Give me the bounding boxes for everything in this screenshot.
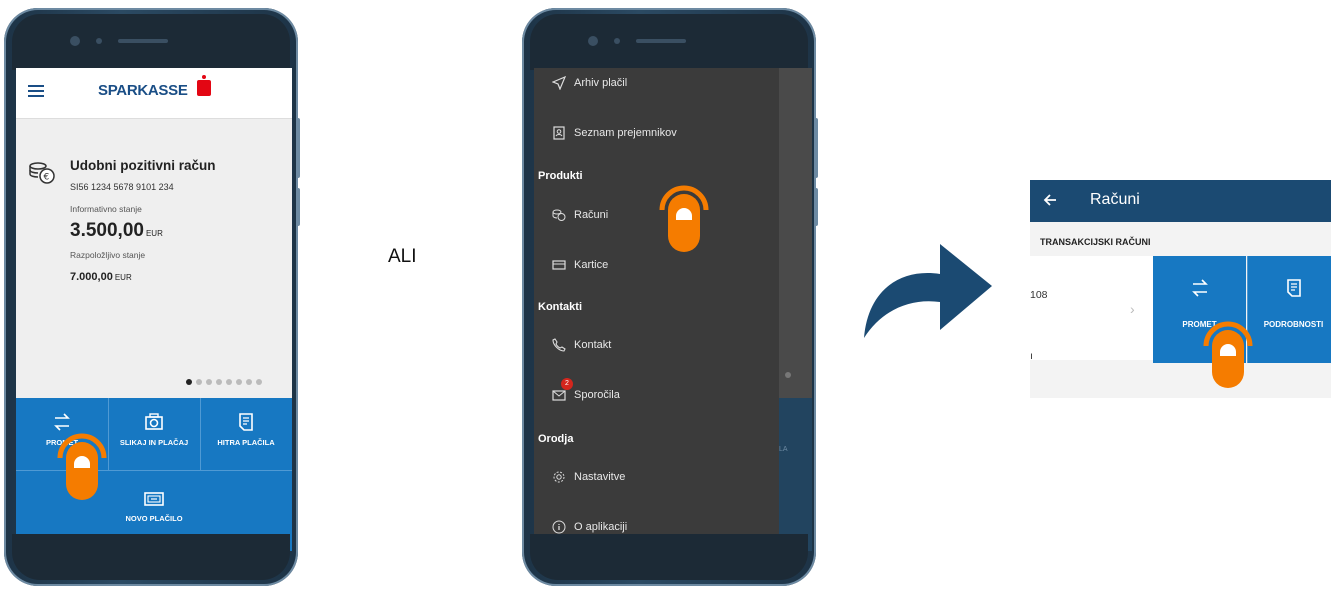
payment-card-icon bbox=[144, 492, 164, 506]
menu-label: Sporočila bbox=[574, 388, 620, 401]
account-row-fragment: ı bbox=[1030, 350, 1033, 362]
next-step-arrow-icon bbox=[864, 244, 992, 338]
side-button bbox=[814, 118, 818, 178]
currency-label: EUR bbox=[145, 229, 163, 238]
camera-icon bbox=[145, 413, 163, 430]
section-label-transakcijski-racuni: TRANSAKCIJSKI RAČUNI bbox=[1040, 237, 1151, 247]
currency-label: EUR bbox=[114, 273, 132, 282]
account-number-fragment: 108 bbox=[1030, 289, 1048, 301]
menu-item-racuni[interactable]: Računi bbox=[552, 208, 608, 222]
phone-bottom-bezel bbox=[12, 534, 290, 580]
carousel-dot[interactable] bbox=[236, 379, 242, 385]
account-iban: SI56 1234 5678 9101 234 bbox=[70, 182, 174, 192]
carousel-dot[interactable] bbox=[246, 379, 252, 385]
hitra-placila-button[interactable]: HITRA PLAČILA bbox=[200, 412, 292, 447]
phone-frame-left: SPARKASSE € Udobni pozitivni račun SI56 … bbox=[4, 8, 300, 586]
sparkasse-logo: SPARKASSE bbox=[98, 82, 188, 99]
navigation-drawer: Arhiv plačil Seznam prejemnikov Produkti… bbox=[534, 68, 779, 551]
available-balance-label: Razpoložljivo stanje bbox=[70, 250, 146, 260]
phone-bottom-bezel bbox=[530, 534, 808, 580]
accounts-header: Računi bbox=[1030, 180, 1331, 222]
hitra-placila-label: HITRA PLAČILA bbox=[217, 438, 275, 447]
menu-section-produkti: Produkti bbox=[538, 170, 583, 182]
menu-item-nastavitve[interactable]: Nastavitve bbox=[552, 470, 625, 484]
sensor-icon bbox=[614, 38, 620, 44]
phone-top-bezel bbox=[12, 14, 290, 70]
carousel-dot[interactable] bbox=[196, 379, 202, 385]
menu-item-seznam-prejemnikov[interactable]: Seznam prejemnikov bbox=[552, 126, 677, 140]
accounts-screen-crop: Računi TRANSAKCIJSKI RAČUNI ı 108 › PROM… bbox=[1030, 180, 1331, 398]
contacts-book-icon bbox=[553, 126, 565, 140]
back-arrow-icon[interactable] bbox=[1042, 192, 1058, 208]
document-icon bbox=[239, 413, 253, 431]
carousel-dots[interactable] bbox=[186, 372, 266, 390]
app-header: SPARKASSE bbox=[16, 68, 292, 119]
carousel-dot-active[interactable] bbox=[186, 379, 192, 385]
info-icon bbox=[552, 520, 566, 534]
side-button bbox=[296, 188, 300, 226]
menu-label: Kartice bbox=[574, 258, 609, 271]
coins-euro-icon: € bbox=[29, 162, 55, 184]
svg-text:€: € bbox=[44, 173, 50, 183]
menu-label: O aplikaciji bbox=[574, 520, 628, 533]
carousel-dot bbox=[785, 372, 791, 378]
menu-section-orodja: Orodja bbox=[538, 433, 574, 445]
side-button bbox=[814, 188, 818, 226]
podrobnosti-tile[interactable]: PODROBNOSTI bbox=[1247, 256, 1331, 363]
card-icon bbox=[552, 260, 566, 270]
phone-top-bezel bbox=[530, 14, 808, 70]
carousel-dot[interactable] bbox=[256, 379, 262, 385]
novo-placilo-label: NOVO PLAČILO bbox=[125, 514, 183, 523]
carousel-dot[interactable] bbox=[226, 379, 232, 385]
phone-frame-middle: ILA Arhiv plačil Seznam prejemnikov Prod… bbox=[522, 8, 818, 586]
touch-indicator-icon bbox=[659, 185, 709, 252]
camera-icon bbox=[588, 36, 598, 46]
speaker-grille bbox=[118, 39, 168, 43]
informative-balance-label: Informativno stanje bbox=[70, 204, 142, 214]
novo-placilo-button[interactable]: NOVO PLAČILO bbox=[108, 490, 200, 523]
available-balance-amount: 7.000,00 EUR bbox=[70, 271, 132, 283]
touch-indicator-icon bbox=[57, 433, 107, 500]
menu-label: Računi bbox=[574, 208, 609, 221]
menu-item-kartice[interactable]: Kartice bbox=[552, 258, 608, 272]
carousel-dot[interactable] bbox=[206, 379, 212, 385]
menu-label: Arhiv plačil bbox=[574, 76, 628, 89]
transfer-arrows-icon bbox=[1191, 279, 1208, 297]
gear-icon bbox=[553, 471, 565, 483]
speaker-grille bbox=[636, 39, 686, 43]
messages-count-badge: 2 bbox=[561, 378, 573, 390]
menu-label: Nastavitve bbox=[574, 470, 626, 483]
menu-item-sporocila[interactable]: Sporočila bbox=[552, 388, 620, 402]
phone-icon bbox=[552, 338, 566, 352]
phone-screen-menu: ILA Arhiv plačil Seznam prejemnikov Prod… bbox=[534, 68, 812, 551]
side-button bbox=[296, 118, 300, 178]
slikaj-in-placaj-label: SLIKAJ IN PLAČAJ bbox=[119, 438, 189, 447]
menu-item-kontakt[interactable]: Kontakt bbox=[552, 338, 611, 352]
dimmed-background: ILA bbox=[777, 68, 812, 551]
account-row[interactable]: ı 108 › bbox=[1030, 256, 1153, 362]
menu-label: Kontakt bbox=[574, 338, 612, 351]
send-icon bbox=[552, 76, 566, 90]
carousel-dot[interactable] bbox=[216, 379, 222, 385]
informative-balance-amount: 3.500,00 EUR bbox=[70, 220, 163, 241]
coins-icon bbox=[552, 209, 566, 221]
chevron-right-icon: › bbox=[1130, 301, 1135, 317]
podrobnosti-tile-label: PODROBNOSTI bbox=[1263, 320, 1324, 329]
envelope-icon bbox=[552, 390, 566, 401]
menu-label: Seznam prejemnikov bbox=[574, 126, 677, 139]
dimmed-actions-area: ILA bbox=[777, 398, 812, 551]
sensor-icon bbox=[96, 38, 102, 44]
page-title: Računi bbox=[1090, 191, 1140, 208]
camera-icon bbox=[70, 36, 80, 46]
document-icon bbox=[1286, 279, 1301, 297]
alternative-separator: ALI bbox=[388, 246, 417, 267]
touch-indicator-icon bbox=[1203, 321, 1253, 388]
menu-item-o-aplikaciji[interactable]: O aplikaciji bbox=[552, 520, 627, 534]
menu-item-arhiv-placil[interactable]: Arhiv plačil bbox=[552, 76, 627, 90]
hamburger-menu-icon[interactable] bbox=[28, 85, 44, 97]
account-title[interactable]: Udobni pozitivni račun bbox=[70, 158, 216, 173]
slikaj-in-placaj-button[interactable]: SLIKAJ IN PLAČAJ bbox=[108, 412, 200, 447]
sparkasse-logo-mark bbox=[197, 75, 211, 96]
menu-section-kontakti: Kontakti bbox=[538, 301, 582, 313]
